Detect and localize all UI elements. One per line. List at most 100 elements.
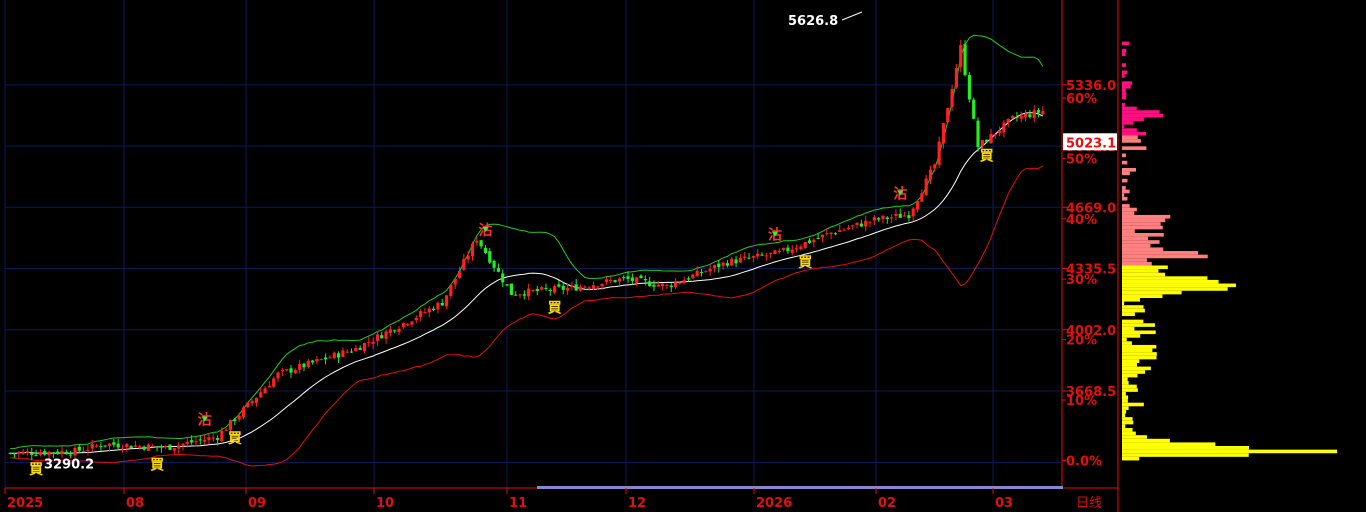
profile-bar bbox=[1122, 113, 1164, 118]
profile-bar bbox=[1122, 88, 1126, 93]
candle-body bbox=[457, 270, 462, 279]
profile-bar bbox=[1122, 135, 1138, 140]
profile-bar bbox=[1122, 341, 1132, 345]
candle-body bbox=[267, 385, 272, 388]
candle-body bbox=[419, 311, 423, 318]
candle-body bbox=[112, 442, 116, 445]
candle-body bbox=[941, 123, 946, 144]
candle-body bbox=[894, 213, 898, 216]
candle-body bbox=[440, 302, 444, 306]
candle-body bbox=[959, 45, 963, 68]
candle-body bbox=[488, 251, 492, 263]
profile-bar bbox=[1122, 424, 1126, 428]
profile-bar bbox=[1122, 160, 1128, 165]
candle-body bbox=[94, 445, 99, 447]
candle-body bbox=[311, 360, 315, 363]
candle-body bbox=[406, 324, 410, 326]
candle-body bbox=[298, 363, 302, 370]
candle-body bbox=[410, 321, 414, 325]
candle-body bbox=[617, 278, 621, 282]
profile-bar bbox=[1122, 218, 1166, 223]
candle-body bbox=[760, 254, 764, 256]
candle-body bbox=[1002, 122, 1006, 133]
candle-body bbox=[505, 284, 509, 286]
profile-bar bbox=[1122, 153, 1126, 158]
candle-body bbox=[475, 240, 479, 243]
profile-bar bbox=[1122, 287, 1228, 291]
candle-body bbox=[367, 342, 371, 344]
candle-body bbox=[215, 438, 220, 440]
candle-body bbox=[453, 278, 457, 285]
profile-bar bbox=[1122, 204, 1130, 208]
candle-body bbox=[635, 277, 639, 283]
candle-body bbox=[820, 234, 825, 238]
candle-body bbox=[544, 287, 548, 289]
candle-body bbox=[8, 452, 12, 454]
candle-body bbox=[972, 99, 976, 119]
profile-bar bbox=[1122, 272, 1166, 277]
candle-body bbox=[319, 359, 323, 361]
profile-bar bbox=[1122, 420, 1134, 425]
profile-bar bbox=[1122, 427, 1133, 432]
profile-bar bbox=[1122, 222, 1161, 226]
candle-body bbox=[82, 450, 86, 452]
profile-bar bbox=[1122, 121, 1134, 125]
profile-bar bbox=[1122, 366, 1151, 371]
candle-body bbox=[1019, 115, 1023, 119]
candle-body bbox=[198, 439, 202, 441]
candle-body bbox=[1023, 113, 1028, 118]
profile-bar bbox=[1122, 373, 1138, 378]
candle-body bbox=[151, 445, 155, 447]
candle-body bbox=[946, 107, 950, 123]
candle-body bbox=[64, 451, 68, 455]
scroll-bar[interactable] bbox=[537, 486, 1063, 489]
candle-body bbox=[743, 256, 747, 258]
profile-bar bbox=[1122, 453, 1249, 457]
candle-body bbox=[868, 221, 872, 223]
candle-body bbox=[781, 248, 786, 250]
candle-body bbox=[181, 443, 185, 446]
candle-body bbox=[1028, 114, 1032, 118]
candle-body bbox=[548, 289, 552, 291]
candle-body bbox=[769, 252, 773, 254]
candle-body bbox=[164, 446, 168, 448]
candle-body bbox=[682, 279, 686, 284]
lower-band bbox=[10, 165, 1044, 467]
profile-bar bbox=[1122, 442, 1216, 447]
candle-body bbox=[756, 253, 760, 257]
profile-bar bbox=[1122, 384, 1137, 389]
candle-body bbox=[263, 388, 267, 394]
candle-body bbox=[332, 352, 336, 358]
candle-body bbox=[699, 272, 704, 274]
profile-bar bbox=[1122, 146, 1147, 150]
profile-bar bbox=[1122, 308, 1145, 313]
candle-body bbox=[967, 74, 971, 100]
candle-body bbox=[397, 328, 401, 333]
profile-bar bbox=[1122, 431, 1136, 436]
candle-body bbox=[557, 284, 561, 287]
profile-bar bbox=[1122, 370, 1146, 374]
percent-tick-label: 50% bbox=[1066, 152, 1097, 167]
profile-bar bbox=[1122, 247, 1164, 252]
candle-body bbox=[924, 178, 928, 195]
x-tick-label: 03 bbox=[995, 496, 1013, 511]
candle-body bbox=[436, 302, 440, 310]
profile-bar bbox=[1122, 279, 1219, 284]
candle-body bbox=[725, 263, 730, 266]
candle-body bbox=[129, 445, 133, 448]
bollinger-bands bbox=[10, 34, 1044, 467]
candle-body bbox=[825, 233, 829, 235]
middle-band bbox=[10, 112, 1044, 454]
candle-body bbox=[73, 447, 77, 456]
candle-body bbox=[479, 240, 483, 247]
candle-body bbox=[185, 441, 189, 444]
candle-body bbox=[652, 284, 656, 287]
profile-bar bbox=[1122, 214, 1171, 219]
candle-body bbox=[220, 430, 224, 442]
volume-profile bbox=[1122, 41, 1337, 461]
candle-body bbox=[358, 347, 362, 350]
profile-bar bbox=[1122, 171, 1130, 176]
candle-body bbox=[306, 360, 310, 367]
candle-body bbox=[354, 347, 358, 352]
candle-body bbox=[1015, 116, 1019, 118]
